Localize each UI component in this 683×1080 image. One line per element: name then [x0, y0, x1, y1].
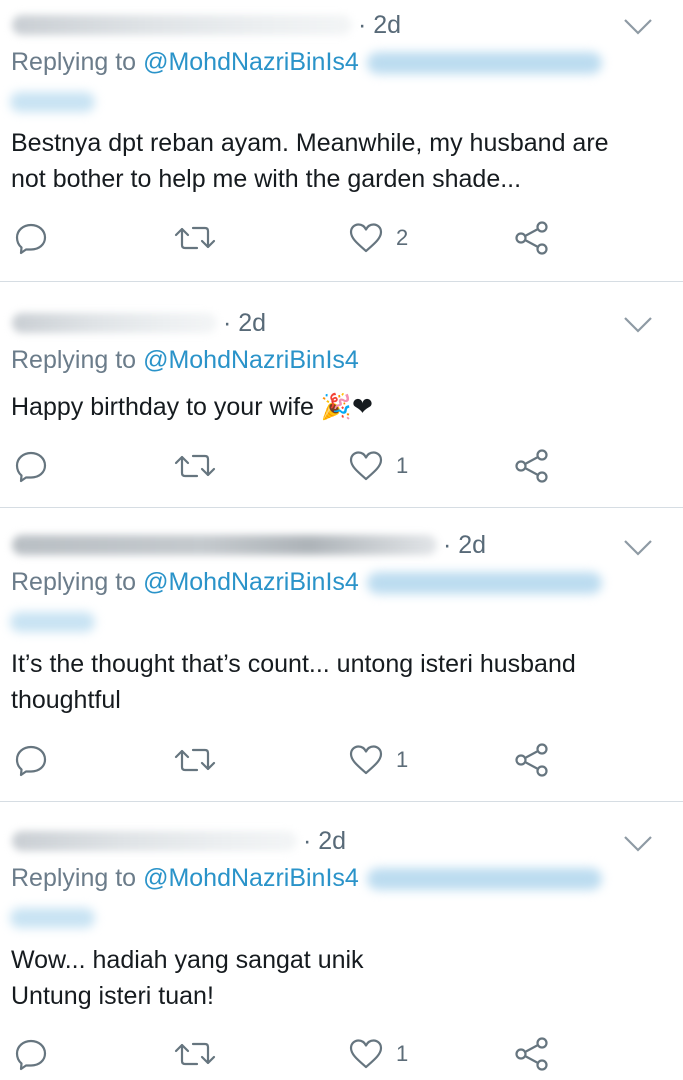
heart-icon	[349, 223, 383, 253]
tweet-text-line: It’s the thought that’s count... untong …	[11, 650, 576, 678]
blurred-author-name[interactable]	[12, 313, 217, 333]
blurred-mentions[interactable]	[10, 92, 95, 112]
tweet-text: It’s the thought that’s count... untong …	[11, 646, 671, 718]
replying-to: Replying to @MohdNazriBinIs4	[11, 568, 602, 597]
tweet-text-line: Wow... hadiah yang sangat unik	[11, 946, 364, 974]
tweet-timestamp: · 2d	[443, 530, 487, 559]
tweet-actions: 1	[0, 446, 683, 486]
tweet-header: · 2d	[12, 306, 266, 340]
retweet-button[interactable]	[173, 218, 217, 258]
reply-icon	[15, 223, 47, 255]
blurred-author-name[interactable]	[12, 15, 352, 35]
share-button[interactable]	[513, 446, 551, 486]
share-icon	[515, 1037, 548, 1071]
blurred-mentions[interactable]	[366, 867, 602, 890]
reply-handle-link[interactable]: @MohdNazriBinIs4	[143, 48, 359, 77]
tweet-header: · 2d	[12, 528, 486, 562]
like-button[interactable]: 2	[348, 218, 408, 258]
tweet-text: Wow... hadiah yang sangat unik Untung is…	[11, 942, 671, 1014]
blurred-author-name[interactable]	[12, 831, 297, 851]
retweet-button[interactable]	[173, 740, 217, 780]
reply-icon	[15, 451, 47, 483]
heart-icon	[349, 1039, 383, 1069]
share-button[interactable]	[513, 740, 551, 780]
tweet-text-line: not bother to help me with the garden sh…	[11, 165, 522, 193]
retweet-button[interactable]	[173, 1034, 217, 1074]
share-button[interactable]	[513, 1034, 551, 1074]
reply-handle-link[interactable]: @MohdNazriBinIs4	[143, 864, 359, 893]
retweet-button[interactable]	[173, 446, 217, 486]
reply-handle-link[interactable]: @MohdNazriBinIs4	[143, 346, 359, 375]
replying-prefix: Replying to	[11, 864, 137, 892]
tweet[interactable]: · 2d Replying to @MohdNazriBinIs4 Bestny…	[0, 0, 683, 282]
share-icon	[515, 221, 548, 255]
reply-handle-link[interactable]: @MohdNazriBinIs4	[143, 568, 359, 597]
blurred-author-name[interactable]	[12, 535, 437, 555]
replying-to: Replying to @MohdNazriBinIs4	[11, 864, 602, 893]
heart-icon	[349, 745, 383, 775]
share-icon	[515, 449, 548, 483]
tweet-text-line: Happy birthday to your wife 🎉❤	[11, 393, 373, 421]
tweet-text: Bestnya dpt reban ayam. Meanwhile, my hu…	[11, 125, 671, 197]
blurred-mentions[interactable]	[366, 51, 602, 74]
like-button[interactable]: 1	[348, 740, 408, 780]
retweet-icon	[174, 748, 216, 772]
share-button[interactable]	[513, 218, 551, 258]
like-count: 1	[396, 1041, 409, 1066]
like-button[interactable]: 1	[348, 1034, 408, 1074]
reply-icon	[15, 745, 47, 777]
retweet-icon	[174, 1042, 216, 1066]
reply-button[interactable]	[14, 1034, 48, 1074]
tweet-actions: 2	[0, 218, 683, 258]
tweet[interactable]: · 2d Replying to @MohdNazriBinIs4 Happy …	[0, 282, 683, 508]
reply-button[interactable]	[14, 218, 48, 258]
replying-prefix: Replying to	[11, 568, 137, 596]
reply-icon	[15, 1039, 47, 1071]
reply-button[interactable]	[14, 446, 48, 486]
tweet-header: · 2d	[12, 8, 401, 42]
heart-icon	[349, 451, 383, 481]
like-count: 1	[396, 747, 409, 772]
tweet[interactable]: · 2d Replying to @MohdNazriBinIs4 Wow...…	[0, 802, 683, 1080]
retweet-icon	[174, 454, 216, 478]
tweet-timestamp: · 2d	[223, 308, 267, 337]
tweet-header: · 2d	[12, 824, 346, 858]
replying-prefix: Replying to	[11, 346, 137, 374]
tweet[interactable]: · 2d Replying to @MohdNazriBinIs4 It’s t…	[0, 508, 683, 802]
share-icon	[515, 743, 548, 777]
tweet-timestamp: · 2d	[303, 826, 347, 855]
retweet-icon	[174, 226, 216, 250]
blurred-mentions[interactable]	[10, 908, 95, 928]
tweet-text-line: Untung isteri tuan!	[11, 982, 214, 1010]
tweet-timestamp: · 2d	[358, 10, 402, 39]
tweet-actions: 1	[0, 740, 683, 780]
like-count: 1	[396, 453, 409, 478]
like-count: 2	[396, 225, 409, 250]
tweet-actions: 1	[0, 1034, 683, 1074]
replying-to: Replying to @MohdNazriBinIs4	[11, 346, 359, 375]
like-button[interactable]: 1	[348, 446, 408, 486]
tweet-text: Happy birthday to your wife 🎉❤	[11, 389, 671, 425]
chevron-down-icon[interactable]	[623, 834, 653, 854]
blurred-mentions[interactable]	[366, 571, 602, 594]
chevron-down-icon[interactable]	[623, 315, 653, 335]
tweet-text-line: Bestnya dpt reban ayam. Meanwhile, my hu…	[11, 129, 609, 157]
blurred-mentions[interactable]	[10, 612, 95, 632]
replying-to: Replying to @MohdNazriBinIs4	[11, 48, 602, 77]
replying-prefix: Replying to	[11, 48, 137, 76]
tweet-text-line: thoughtful	[11, 686, 121, 714]
chevron-down-icon[interactable]	[623, 17, 653, 37]
chevron-down-icon[interactable]	[623, 538, 653, 558]
reply-button[interactable]	[14, 740, 48, 780]
